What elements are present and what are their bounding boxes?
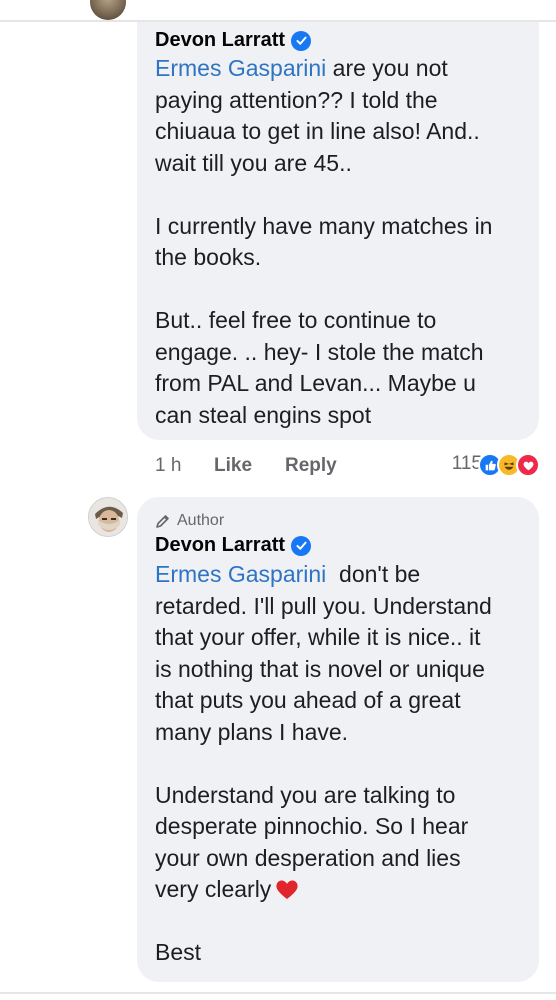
pencil-icon (155, 513, 171, 529)
text-line: don't be (326, 561, 421, 587)
text-line: chiuaua to get in line also! And.. (155, 118, 480, 144)
mention-link[interactable]: Ermes Gasparini (155, 55, 326, 81)
author-badge-label: Author (177, 512, 225, 529)
reaction-summary[interactable] (478, 453, 540, 477)
verified-badge-icon (291, 30, 312, 51)
comment-author-row: Devon Larratt (155, 29, 521, 52)
text-line: engage. .. hey- I stole the match (155, 338, 484, 365)
text-line: desperate pinnochio. So I hear (155, 813, 469, 839)
text-line: very clearly (155, 876, 272, 902)
text-line: Best (155, 939, 202, 965)
bottom-divider (0, 992, 556, 994)
mention-link[interactable]: Ermes Gasparini (155, 561, 326, 587)
text-line: can steal engins spot (155, 401, 372, 428)
comment-author-row: Devon Larratt (155, 534, 521, 557)
text-line: many plans I have. (155, 718, 349, 745)
text-line: is nothing that is novel or unique (155, 655, 485, 682)
comment-bubble-2: Author Devon Larratt Ermes Gasparini don… (137, 497, 539, 982)
like-button[interactable]: Like (214, 455, 285, 477)
love-reaction-icon (516, 453, 540, 477)
timestamp[interactable]: 1 h (155, 455, 214, 477)
author-name[interactable]: Devon Larratt (155, 534, 285, 557)
avatar[interactable] (88, 497, 128, 537)
author-name[interactable]: Devon Larratt (155, 29, 285, 52)
text-line: the books. (155, 244, 262, 270)
text-line: I currently have many matches in (155, 212, 493, 239)
text-line: are you not (326, 55, 448, 81)
text-line: Understand you are talking to (155, 781, 456, 808)
comment-text: Ermes Gasparini are you not paying atten… (155, 53, 521, 431)
comment-text: Ermes Gasparini don't be retarded. I'll … (155, 559, 521, 969)
text-line: that puts you ahead of a great (155, 687, 461, 713)
text-line: your own desperation and lies (155, 844, 461, 871)
text-line: But.. feel free to continue to (155, 307, 437, 333)
heart-emoji-icon (275, 877, 299, 899)
comment-bubble-1: Devon Larratt Ermes Gasparini are you no… (137, 22, 539, 440)
text-line: wait till you are 45.. (155, 149, 352, 176)
text-line: from PAL and Levan... Maybe u (155, 370, 476, 396)
reply-button[interactable]: Reply (285, 455, 337, 477)
text-line: retarded. I'll pull you. Understand (155, 592, 492, 619)
avatar-top-partial[interactable] (90, 0, 126, 20)
author-badge: Author (155, 511, 521, 531)
comment-actions: 1 h Like Reply 115 (155, 453, 540, 479)
text-line: that your offer, while it is nice.. it (155, 624, 481, 650)
text-line: paying attention?? I told the (155, 86, 438, 113)
verified-badge-icon (291, 535, 312, 556)
